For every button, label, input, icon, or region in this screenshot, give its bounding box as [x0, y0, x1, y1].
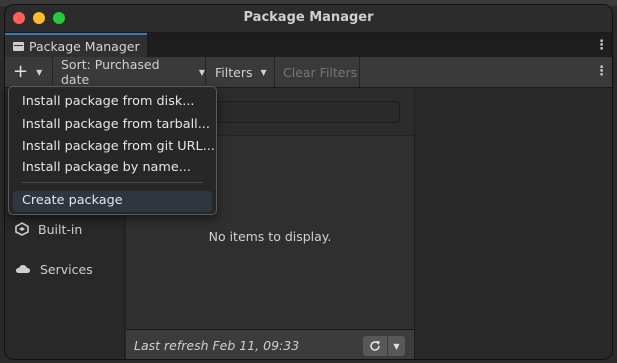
- chevron-down-icon: ▼: [393, 341, 400, 351]
- tab-bar: Package Manager ⋮: [5, 33, 612, 57]
- chevron-down-icon: ▼: [36, 67, 43, 77]
- sidebar-item-services[interactable]: Services: [15, 259, 93, 279]
- menu-divider: [22, 182, 203, 183]
- tab-options-kebab-icon[interactable]: ⋮: [595, 39, 608, 52]
- chevron-down-icon: ▼: [198, 67, 205, 77]
- sidebar-item-label: Built-in: [38, 221, 83, 237]
- sidebar-item-label: Services: [40, 261, 93, 277]
- menu-item-install-from-disk[interactable]: Install package from disk...: [22, 92, 195, 112]
- menu-item-install-from-tarball[interactable]: Install package from tarball...: [22, 115, 210, 135]
- filters-dropdown[interactable]: Filters ▼: [206, 57, 275, 87]
- refresh-button[interactable]: [363, 336, 387, 356]
- empty-list-message: No items to display.: [208, 229, 332, 244]
- toolbar: + ▼ Sort: Purchased date ▼ Filters ▼ Cle…: [5, 57, 612, 88]
- sidebar-item-built-in[interactable]: Built-in: [15, 219, 82, 239]
- refresh-options-dropdown[interactable]: ▼: [388, 336, 405, 356]
- menu-item-install-from-git-url[interactable]: Install package from git URL...: [22, 137, 215, 157]
- toolbar-options-kebab-icon[interactable]: ⋮: [595, 65, 608, 78]
- menu-item-create-package[interactable]: Create package: [22, 191, 123, 211]
- last-refresh-text: Last refresh Feb 11, 09:33: [134, 338, 300, 353]
- cloud-icon: [16, 265, 30, 273]
- package-icon: [13, 41, 24, 51]
- window-title: Package Manager: [243, 10, 374, 25]
- add-package-menu: Install package from disk... Install pac…: [8, 86, 217, 215]
- plus-icon: +: [13, 61, 29, 82]
- clear-filters-button[interactable]: Clear Filters: [275, 57, 360, 87]
- tab-label: Package Manager: [29, 38, 140, 54]
- clear-filters-label: Clear Filters: [283, 64, 358, 80]
- add-package-button[interactable]: + ▼: [5, 57, 53, 87]
- sort-dropdown[interactable]: Sort: Purchased date ▼: [53, 57, 206, 87]
- menu-item-install-by-name[interactable]: Install package by name...: [22, 158, 191, 178]
- filters-label: Filters: [215, 64, 253, 80]
- title-bar: Package Manager: [5, 5, 612, 33]
- status-bar: Last refresh Feb 11, 09:33 ▼: [126, 329, 414, 359]
- refresh-icon: [370, 341, 380, 351]
- sort-label: Sort: Purchased date: [61, 57, 160, 87]
- tab-package-manager[interactable]: Package Manager: [5, 33, 147, 57]
- chevron-down-icon: ▼: [260, 67, 267, 77]
- unity-icon: [15, 222, 29, 236]
- package-details-panel: [416, 88, 612, 359]
